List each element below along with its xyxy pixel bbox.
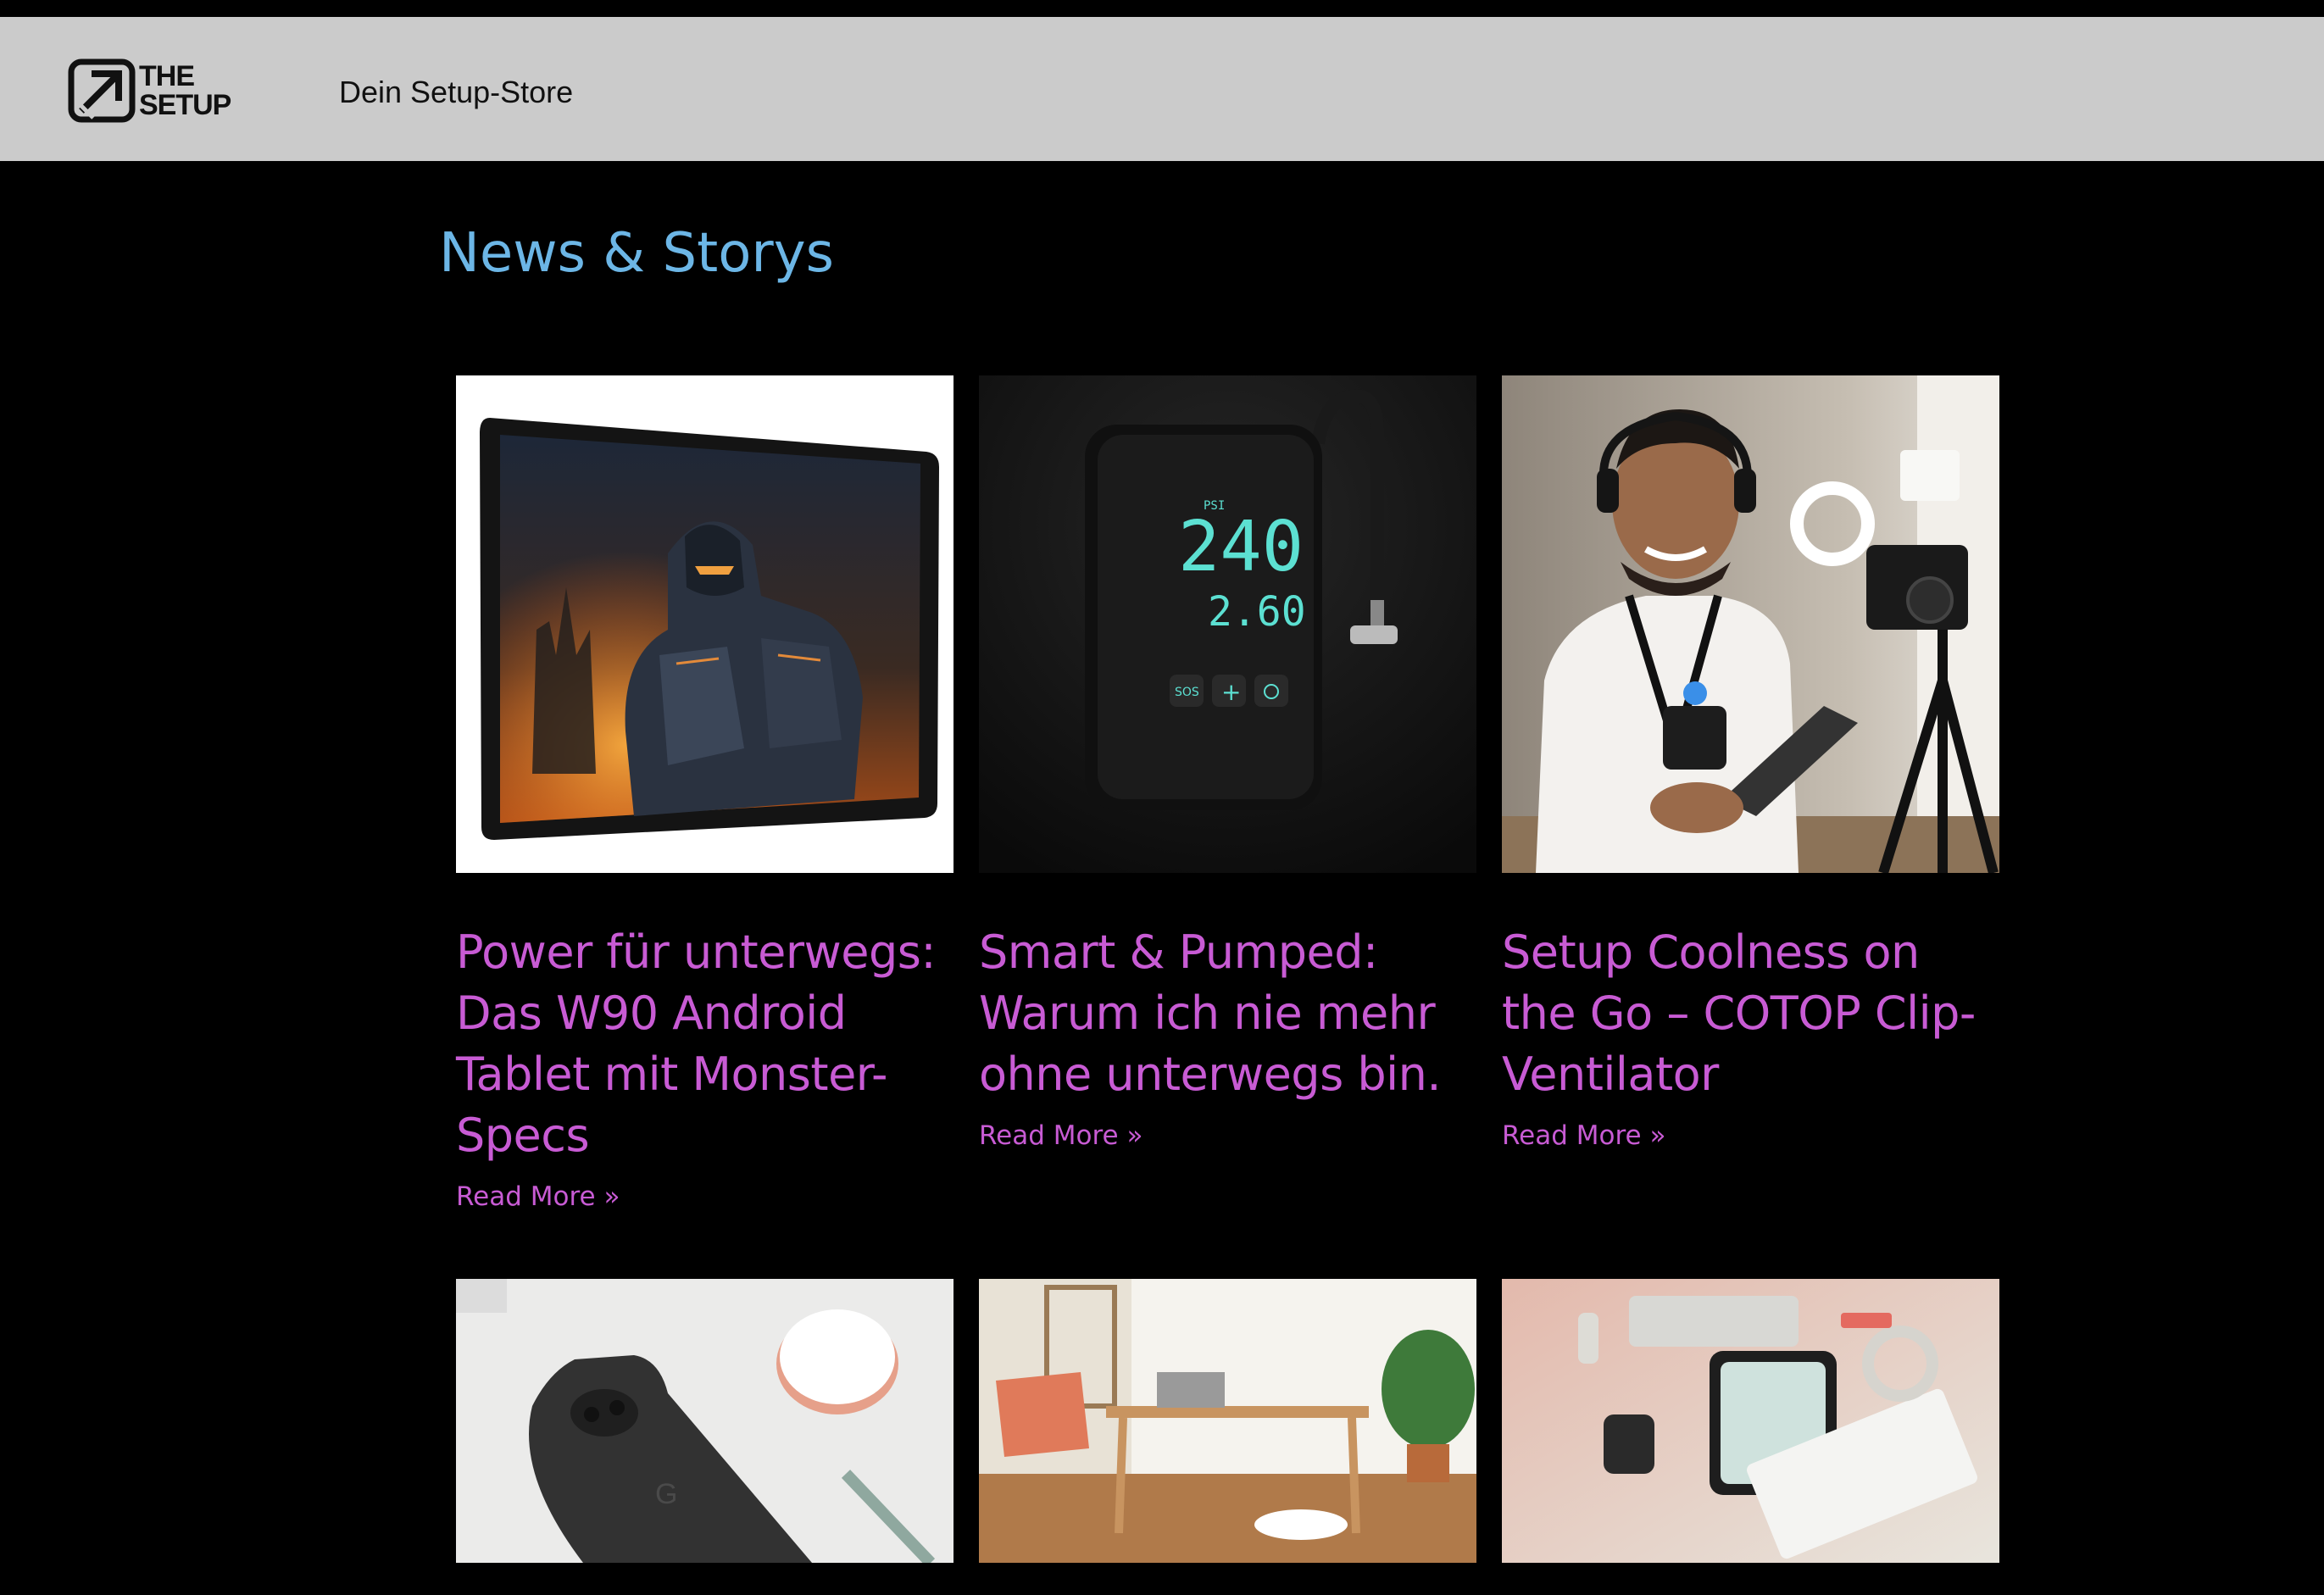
display-bottom: 2.60 <box>1208 588 1306 636</box>
post-card <box>1502 1279 1999 1563</box>
logo-text: THE SETUP <box>139 62 231 119</box>
logo-arrow-icon <box>68 58 136 123</box>
top-strip <box>0 0 2324 17</box>
site-header: THE SETUP Dein Setup-Store <box>0 17 2324 161</box>
post-image-link[interactable] <box>456 375 954 873</box>
section-title: News & Storys <box>439 222 834 285</box>
post-title[interactable]: Setup Coolness on the Go – COTOP Clip-Ve… <box>1502 922 1999 1105</box>
post-image-link[interactable] <box>979 1279 1476 1563</box>
post-card: Setup Coolness on the Go – COTOP Clip-Ve… <box>1502 375 1999 1151</box>
post-image-link[interactable]: PSI 240 2.60 SOS + <box>979 375 1476 873</box>
post-image-air-pump: PSI 240 2.60 SOS + <box>979 375 1476 873</box>
plus-icon: + <box>1221 678 1241 706</box>
post-image-creator <box>1502 375 1999 873</box>
post-image-smartphone: G <box>456 1279 954 1563</box>
post-image-link[interactable]: G <box>456 1279 954 1563</box>
post-card: PSI 240 2.60 SOS + Smart & Pumped: Warum… <box>979 375 1476 1151</box>
post-image-link[interactable] <box>1502 1279 1999 1563</box>
post-card: G <box>456 1279 954 1563</box>
post-title[interactable]: Power für unterwegs: Das W90 Android Tab… <box>456 922 954 1166</box>
logo-line-2: SETUP <box>139 89 231 121</box>
site-tagline: Dein Setup-Store <box>339 75 574 109</box>
read-more-link[interactable]: Read More » <box>456 1181 620 1212</box>
post-image-tablet <box>456 375 954 873</box>
logo-line-1: THE <box>139 60 195 92</box>
sos-label: SOS <box>1175 686 1199 699</box>
display-top: 240 <box>1178 507 1304 587</box>
read-more-link[interactable]: Read More » <box>1502 1120 1665 1151</box>
post-image-gadget-flatlay <box>1502 1279 1999 1563</box>
g-logo-icon: G <box>655 1478 677 1510</box>
read-more-link[interactable]: Read More » <box>979 1120 1143 1151</box>
post-image-link[interactable] <box>1502 375 1999 873</box>
site-logo[interactable]: THE SETUP <box>68 57 231 125</box>
post-card <box>979 1279 1476 1563</box>
post-card: Power für unterwegs: Das W90 Android Tab… <box>456 375 954 1212</box>
post-title[interactable]: Smart & Pumped: Warum ich nie mehr ohne … <box>979 922 1476 1105</box>
post-image-home-office <box>979 1279 1476 1563</box>
